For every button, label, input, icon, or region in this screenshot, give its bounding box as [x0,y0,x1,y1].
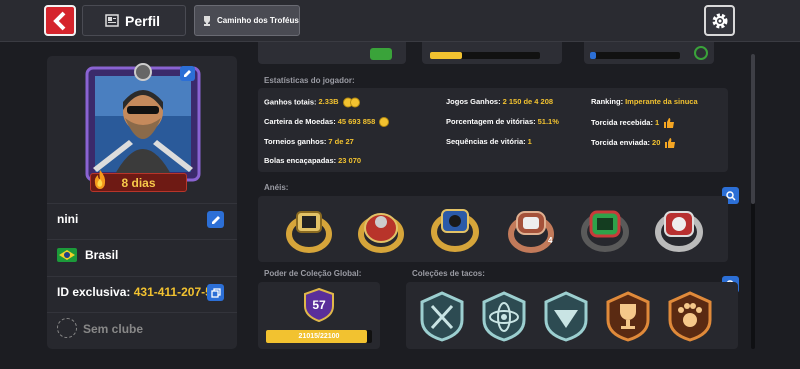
streak-days-text: 8 dias [121,175,156,190]
gear-icon [712,13,727,28]
stat-bolas: Bolas encaçapadas: 23 070 [264,156,361,165]
name-row: nini [47,203,237,236]
cue-collection-swords-icon[interactable] [418,290,466,342]
top-card-3 [584,42,714,64]
club-placeholder-icon [57,318,77,338]
stat-torneios: Torneios ganhos: 7 de 27 [264,137,354,146]
profile-card-icon [105,14,119,27]
cue-collections-panel [406,282,738,349]
edit-name-button[interactable] [207,211,224,228]
stat-ganhos: Ganhos totais: 2.33B [264,97,361,108]
stat-jogos-label: Jogos Ganhos: [446,97,501,106]
edit-avatar-button[interactable] [180,66,195,81]
stat-porcentagem: Porcentagem de vitórias: 51.1% [446,117,559,126]
stat-torcida-rec-label: Torcida recebida: [591,117,653,127]
rings-panel: 4 [258,196,728,262]
ring-5-icon[interactable] [578,202,632,256]
stat-torcida-recebida: Torcida recebida: 1 [591,117,675,129]
scrollbar-thumb[interactable] [751,54,755,204]
stat-torneios-value: 7 de 27 [328,137,354,146]
power-level: 57 [312,298,326,312]
brazil-flag-icon [57,248,77,262]
stat-ranking: Ranking: Imperante da sinuca [591,97,698,106]
stat-porc-value: 51.1% [537,117,559,126]
power-progress-bar: 21015/22100 [266,330,372,343]
ring-4-icon[interactable] [504,202,558,256]
tab-perfil-label: Perfil [125,12,161,29]
tab-trofeus-label: Caminho dos Troféus [217,16,299,25]
stat-jogos-value: 2 150 de 4 208 [502,97,554,106]
top-card-1 [258,42,406,64]
ring-6-icon[interactable] [652,202,706,256]
club-row[interactable]: Sem clube [47,312,237,345]
settings-button[interactable] [704,5,735,36]
coin-icon [379,117,390,128]
stat-torcida-rec-value: 1 [654,117,660,127]
stats-title: Estatísticas do jogador: [264,76,355,85]
stat-ganhos-value: 2.33B [318,97,339,107]
profile-panel: 8 dias nini Brasil ID exclusiva: 431-411… [47,56,237,349]
stat-torneios-label: Torneios ganhos: [264,137,327,146]
thumbs-up-icon [664,118,675,128]
card-badge-icon [370,48,392,60]
stat-carteira-value: 45 693 858 [337,117,376,126]
cue-collection-balls-icon[interactable] [542,290,590,342]
stats-panel: Ganhos totais: 2.33B Carteira de Moedas: 4… [258,88,728,172]
cue-collection-paw-icon[interactable] [666,290,714,342]
fire-icon [94,170,106,189]
stat-porc-label: Porcentagem de vitórias: [446,117,536,126]
ring-3-icon[interactable] [428,202,482,256]
scrollbar[interactable] [751,54,755,349]
unique-id-label: ID exclusiva: [57,285,131,299]
stat-torcida-enviada: Torcida enviada: 20 [591,137,676,149]
ring-1-icon[interactable] [282,202,336,256]
country-row: Brasil [47,239,237,272]
cues-title: Coleções de tacos: [412,269,485,278]
chevron-left-icon [53,11,66,30]
thumbs-up-icon [665,138,676,148]
coins-icon [342,97,360,108]
stat-torcida-env-label: Torcida enviada: [591,137,651,147]
stat-sequencias: Sequências de vitória: 1 [446,137,532,146]
unique-id-row: ID exclusiva: 431-411-207-5 [47,276,237,309]
stat-torcida-env-value: 20 [652,137,661,147]
stat-ranking-value: Imperante da sinuca [625,97,698,106]
stat-ganhos-label: Ganhos totais: [264,97,317,107]
club-name: Sem clube [83,322,144,336]
country-name: Brasil [85,248,119,262]
copy-id-button[interactable] [207,284,224,301]
stat-ranking-label: Ranking: [591,97,624,106]
top-card-2 [422,42,562,64]
trophy-icon [204,15,210,26]
back-button[interactable] [44,5,76,36]
unique-id: ID exclusiva: 431-411-207-5 [57,285,212,299]
tab-caminho-trofeus[interactable]: Caminho dos Troféus [194,5,300,36]
rings-title: Anéis: [264,183,289,192]
power-progress-text: 21015/22100 [298,333,340,340]
stat-carteira-label: Carteira de Moedas: [264,117,336,126]
player-name: nini [57,212,79,226]
tab-perfil[interactable]: Perfil [82,5,186,36]
cue-collection-atom-icon[interactable] [480,290,528,342]
cue-collection-trophy-icon[interactable] [604,290,652,342]
ring-2-icon[interactable] [354,202,408,256]
stat-seq-label: Sequências de vitória: [446,137,526,146]
stat-bolas-value: 23 070 [338,156,362,165]
ring-4-count: 4 [548,236,553,245]
collection-power-panel[interactable]: 57 21015/22100 [258,282,380,349]
stat-carteira: Carteira de Moedas: 45 693 858 [264,117,390,128]
power-title: Poder de Coleção Global: [264,269,362,278]
unique-id-value: 431-411-207-5 [133,285,212,299]
stat-bolas-label: Bolas encaçapadas: [264,156,337,165]
stat-jogos: Jogos Ganhos: 2 150 de 4 208 [446,97,553,106]
pencil-icon [184,70,191,77]
copy-icon [210,287,221,298]
pencil-icon [211,215,220,224]
top-bar: Perfil Caminho dos Troféus [0,0,800,42]
stat-seq-value: 1 [527,137,532,146]
